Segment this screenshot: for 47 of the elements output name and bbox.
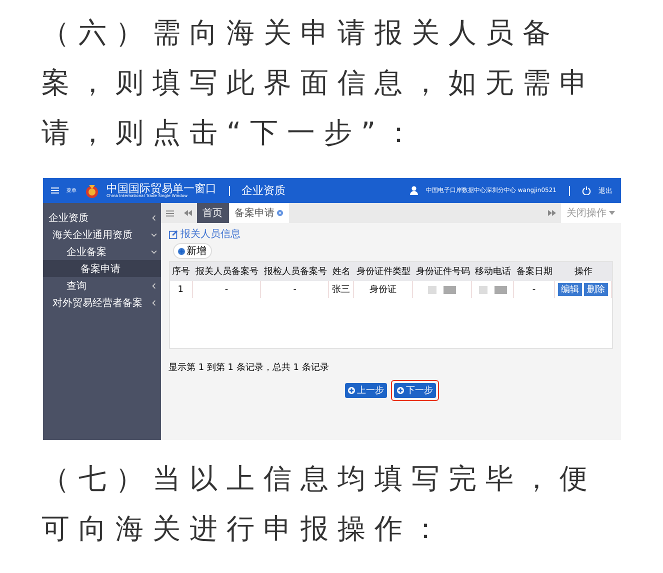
sidebar-title[interactable]: 企业资质 xyxy=(42,209,160,226)
circle-plus-icon xyxy=(397,387,404,394)
section-title: 报关人员信息 xyxy=(180,228,240,241)
rewind-icon[interactable] xyxy=(184,210,192,216)
step-button[interactable]: 下一步 xyxy=(394,383,436,398)
pagination-info: 显示第 1 到第 1 条记录，总共 1 条记录 xyxy=(168,362,330,374)
module-title: 企业资质 xyxy=(242,183,286,198)
power-icon[interactable] xyxy=(582,186,590,195)
menu-icon[interactable] xyxy=(166,210,174,216)
sidebar-item[interactable]: 查询 xyxy=(42,277,160,294)
table-cell: 身份证 xyxy=(354,281,414,298)
intro-paragraph: （六）需向海关申请报关人员备案，则填写此界面信息，如无需申请，则点击“下一步”： xyxy=(42,15,598,151)
column-header: 操作 xyxy=(555,262,612,281)
tab[interactable]: 备案申请 xyxy=(228,203,288,223)
column-header: 报检人员备案号 xyxy=(261,262,330,281)
column-header: 报关人员备案号 xyxy=(192,262,262,281)
table-cell: - xyxy=(514,281,556,298)
row-action-button[interactable]: 编辑 xyxy=(558,283,582,296)
table-cell: - xyxy=(192,281,262,298)
sidebar-item[interactable]: 企业备案 xyxy=(42,243,160,260)
edit-icon xyxy=(168,230,178,238)
user-icon xyxy=(410,186,418,195)
chevron-icon xyxy=(150,214,156,220)
table-cell: - xyxy=(261,281,330,298)
column-header: 移动电话 xyxy=(472,262,514,281)
sidebar-item[interactable]: 海关企业通用资质 xyxy=(42,226,160,243)
table-cell: 1 xyxy=(170,281,193,298)
outro-paragraph: （七）当以上信息均填写完毕，便可向海关进行申报操作： xyxy=(42,461,598,547)
column-header: 身份证件类型 xyxy=(354,262,414,281)
column-header: 序号 xyxy=(170,262,193,281)
sidebar-item[interactable]: 对外贸易经营者备案 xyxy=(42,294,160,311)
column-header: 备案日期 xyxy=(514,262,556,281)
add-button[interactable]: 新增 xyxy=(172,243,212,259)
redacted-value xyxy=(428,286,456,294)
caret-icon xyxy=(608,211,614,215)
close-icon[interactable] xyxy=(276,210,282,216)
redacted-value xyxy=(478,286,507,294)
row-action-button[interactable]: 删除 xyxy=(584,283,608,296)
logo-title: 中国国际贸易单一窗口 xyxy=(106,183,216,194)
circle-plus-icon xyxy=(348,387,355,394)
tab[interactable]: 首页 xyxy=(196,203,228,223)
sidebar-item[interactable]: 备案申请 xyxy=(42,260,160,277)
column-header: 身份证件号码 xyxy=(413,262,472,281)
step-button[interactable]: 上一步 xyxy=(345,383,387,398)
table-cell: 张三 xyxy=(329,281,354,298)
column-header: 姓名 xyxy=(329,262,354,281)
fast-forward-icon[interactable] xyxy=(548,210,556,216)
